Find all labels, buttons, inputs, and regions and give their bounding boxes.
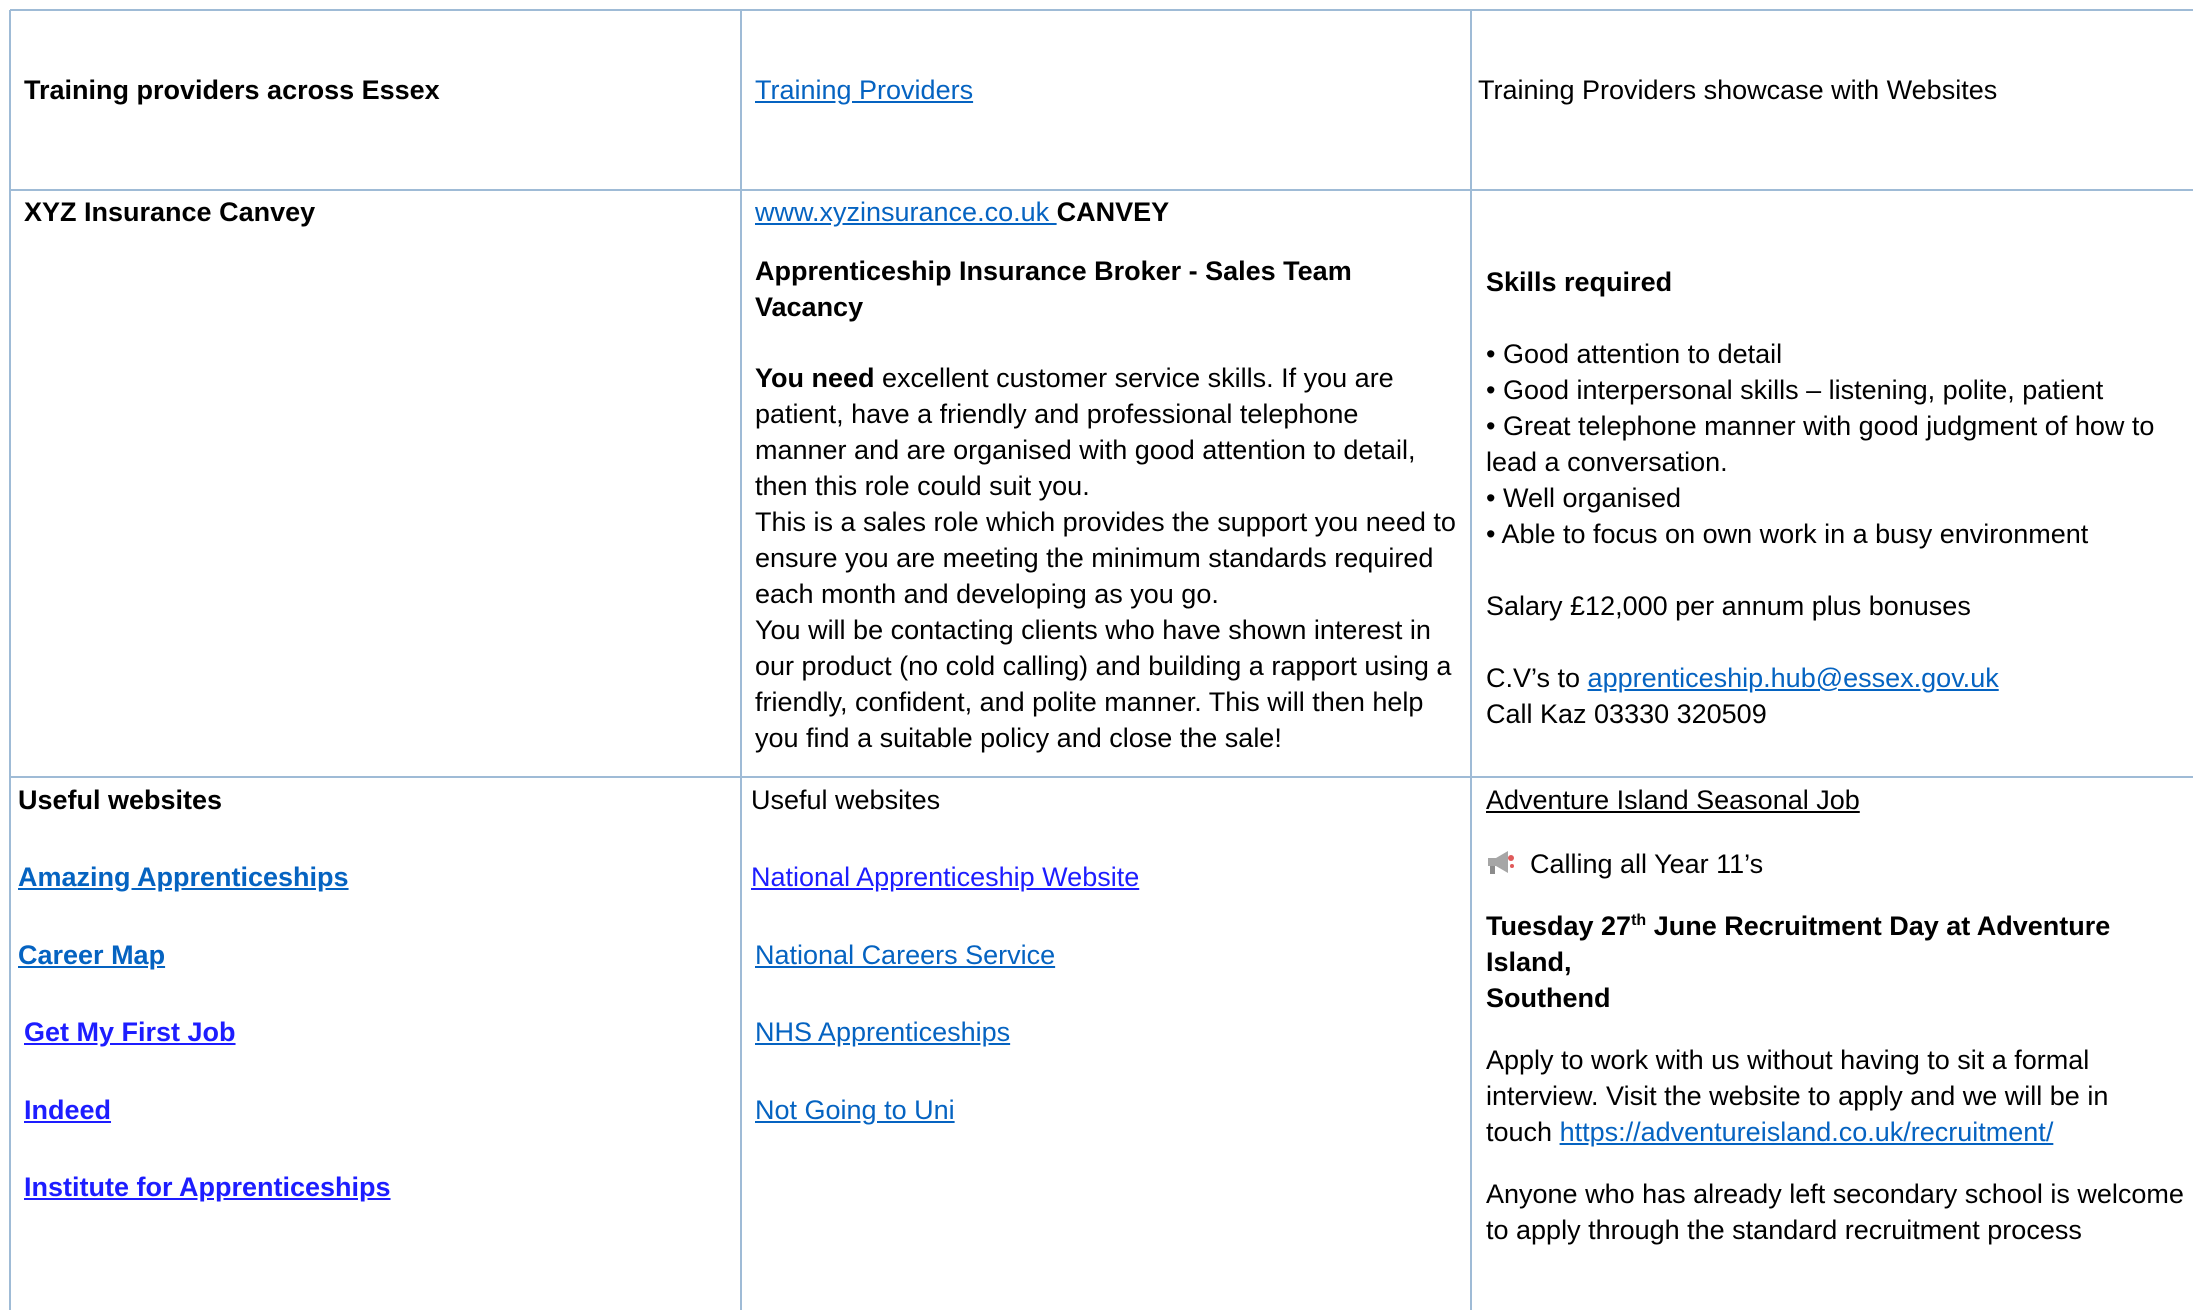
apply-prefix: touch: [1486, 1117, 1560, 1147]
col1-heading: Useful websites: [18, 785, 223, 815]
skills-list: • Good attention to detail • Good interp…: [1486, 336, 2186, 552]
row1-description: Training Providers showcase with Website…: [1478, 75, 1998, 105]
table-border-left: [9, 10, 11, 1310]
row1-title: Training providers across Essex: [24, 75, 440, 105]
indeed-link[interactable]: Indeed: [24, 1092, 111, 1128]
adventure-island-cell: Adventure Island Seasonal Job Calling al…: [1486, 782, 2186, 1248]
apply-paragraph: Apply to work with us without having to …: [1486, 1042, 2186, 1150]
apply-line: touch https://adventureisland.co.uk/recr…: [1486, 1114, 2186, 1150]
adventure-island-recruitment-link[interactable]: https://adventureisland.co.uk/recruitmen…: [1560, 1117, 2054, 1147]
you-need-label: You need: [755, 363, 875, 393]
cv-email-link[interactable]: apprenticeship.hub@essex.gov.uk: [1588, 663, 1999, 693]
skill-item: • Able to focus on own work in a busy en…: [1486, 519, 2089, 549]
career-map-link[interactable]: Career Map: [18, 937, 165, 973]
column-divider-1: [740, 10, 742, 1310]
calling-text: Calling all Year 11’s: [1530, 849, 1764, 879]
desc-line: our product (no cold calling) and buildi…: [755, 651, 1452, 681]
salary: Salary £12,000 per annum plus bonuses: [1486, 591, 1971, 621]
recruitment-day: Tuesday 27th June Recruitment Day at Adv…: [1486, 908, 2186, 1016]
location-label: CANVEY: [1056, 197, 1170, 227]
event-sup: th: [1631, 912, 1647, 929]
skills-cell: Skills required • Good attention to deta…: [1486, 264, 2186, 732]
cv-line: C.V’s to apprenticeship.hub@essex.gov.uk: [1486, 660, 2186, 696]
desc-line: friendly, confident, and polite manner. …: [755, 687, 1424, 717]
national-careers-service-link[interactable]: National Careers Service: [755, 937, 1055, 973]
skill-item: lead a conversation.: [1486, 447, 1728, 477]
row-divider-2: [10, 776, 2193, 778]
national-apprenticeship-website-link[interactable]: National Apprenticeship Website: [751, 859, 1139, 895]
skill-item: • Great telephone manner with good judgm…: [1486, 411, 2155, 441]
not-going-to-uni-link[interactable]: Not Going to Uni: [755, 1092, 955, 1128]
event-day: Tuesday 27: [1486, 911, 1632, 941]
desc-line: you find a suitable policy and close the…: [755, 723, 1282, 753]
column-divider-2: [1470, 10, 1472, 1310]
desc-text: excellent customer service skills. If yo…: [874, 363, 1394, 393]
apply-line: Apply to work with us without having to …: [1486, 1045, 2090, 1075]
skill-item: • Good attention to detail: [1486, 339, 1783, 369]
anyone-line: to apply through the standard recruitmen…: [1486, 1215, 2082, 1245]
megaphone-icon: [1486, 848, 1516, 874]
desc-line: You will be contacting clients who have …: [755, 615, 1431, 645]
event-town: Southend: [1486, 983, 1611, 1013]
desc-line: This is a sales role which provides the …: [755, 507, 1456, 537]
table-border-top: [10, 9, 2193, 11]
desc-line: manner and are organised with good atten…: [755, 435, 1416, 465]
amazing-apprenticeships-link[interactable]: Amazing Apprenticeships: [18, 859, 349, 895]
row1-link-cell: Training Providers: [755, 72, 973, 108]
useful-websites-col1: Useful websites Amazing Apprenticeships …: [18, 782, 391, 1202]
apply-line: interview. Visit the website to apply an…: [1486, 1081, 2109, 1111]
row-divider-1: [10, 189, 2193, 191]
vacancy-description: You need excellent customer service skil…: [755, 360, 1465, 756]
skill-item: • Well organised: [1486, 483, 1682, 513]
anyone-line: Anyone who has already left secondary sc…: [1486, 1179, 2184, 1209]
calling-line: Calling all Year 11’s: [1486, 846, 2186, 882]
vacancy-title: Apprenticeship Insurance Broker - Sales …: [755, 256, 1352, 322]
adventure-island-heading: Adventure Island Seasonal Job: [1486, 785, 1860, 815]
website-line: www.xyzinsurance.co.uk CANVEY: [755, 194, 1465, 230]
vacancy-cell: www.xyzinsurance.co.uk CANVEY Apprentice…: [755, 194, 1465, 756]
anyone-paragraph: Anyone who has already left secondary sc…: [1486, 1176, 2186, 1248]
desc-line: each month and developing as you go.: [755, 579, 1219, 609]
xyz-website-link[interactable]: www.xyzinsurance.co.uk: [755, 197, 1057, 227]
nhs-apprenticeships-link[interactable]: NHS Apprenticeships: [755, 1014, 1010, 1050]
institute-for-apprenticeships-link[interactable]: Institute for Apprenticeships: [24, 1169, 391, 1205]
skill-item: • Good interpersonal skills – listening,…: [1486, 375, 2104, 405]
skills-heading: Skills required: [1486, 267, 1673, 297]
desc-line: You need excellent customer service skil…: [755, 360, 1465, 396]
useful-websites-col2: Useful websites National Apprenticeship …: [751, 782, 1139, 1125]
company-name: XYZ Insurance Canvey: [24, 197, 316, 227]
training-providers-link[interactable]: Training Providers: [755, 75, 973, 105]
cv-prefix: C.V’s to: [1486, 663, 1588, 693]
col2-heading: Useful websites: [751, 785, 941, 815]
get-my-first-job-link[interactable]: Get My First Job: [24, 1014, 236, 1050]
desc-line: patient, have a friendly and professiona…: [755, 399, 1359, 429]
desc-line: then this role could suit you.: [755, 471, 1090, 501]
call-line: Call Kaz 03330 320509: [1486, 699, 1767, 729]
desc-line: ensure you are meeting the minimum stand…: [755, 543, 1434, 573]
